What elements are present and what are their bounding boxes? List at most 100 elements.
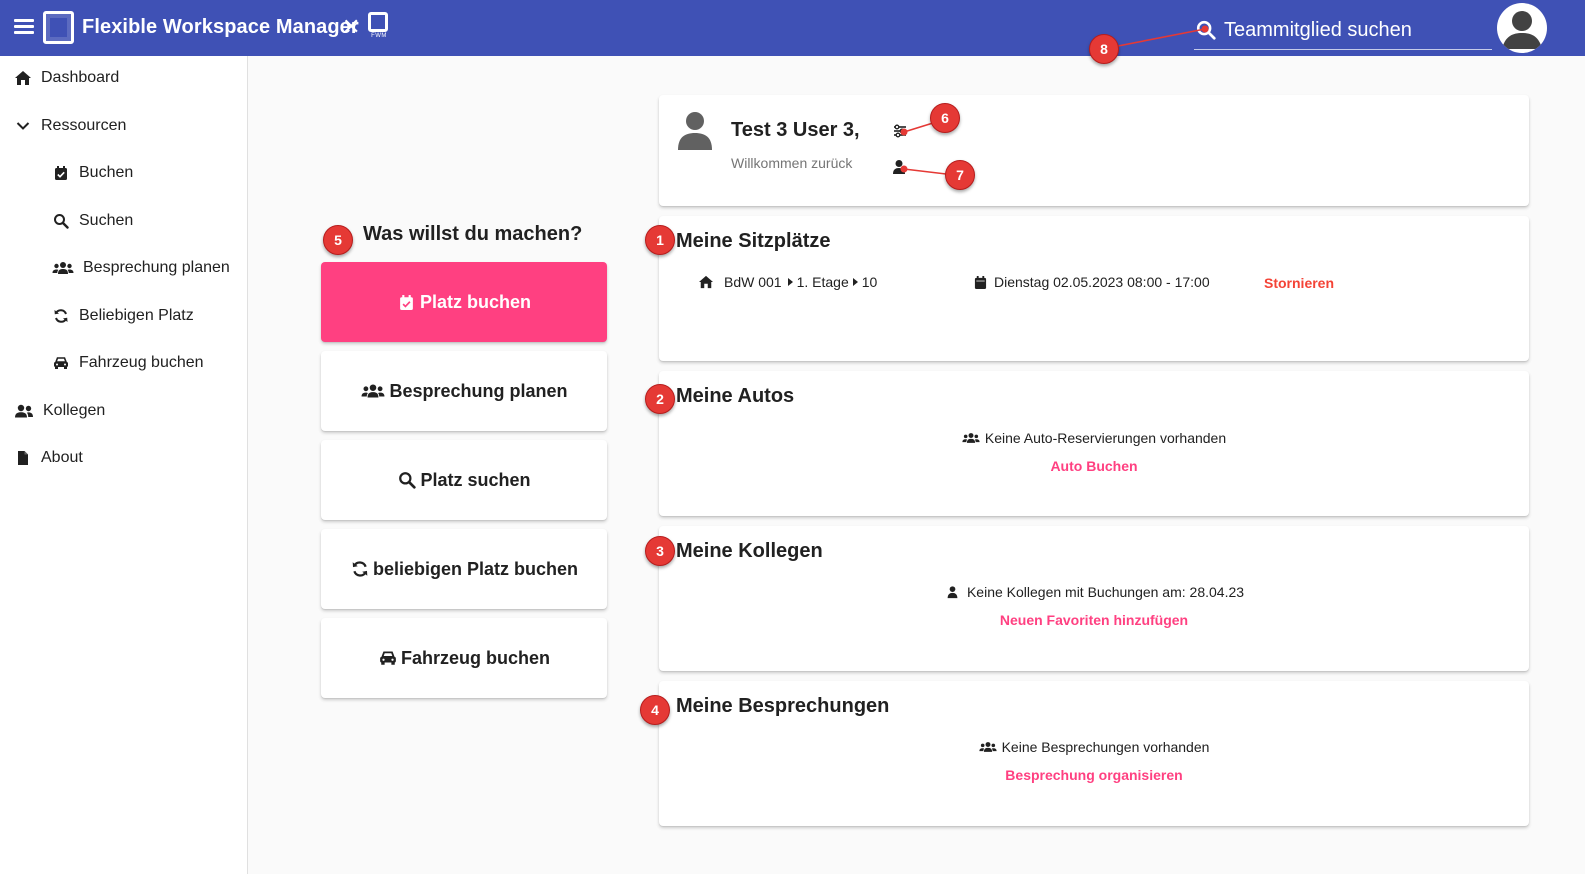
calendar-check-icon [397, 292, 417, 312]
annotation-marker: 7 [945, 160, 975, 190]
seat-building: BdW 001 [724, 274, 782, 290]
button-label: Platz buchen [419, 291, 531, 312]
user-name: Test 3 User 3, [731, 119, 860, 141]
app-title: Flexible Workspace Manager [82, 16, 359, 38]
car-icon [51, 353, 71, 373]
users-icon [360, 381, 386, 401]
annotation-marker: 4 [640, 695, 670, 725]
annotation-marker: 1 [645, 225, 675, 255]
sync-icon [51, 306, 71, 326]
caret-right-icon [852, 278, 858, 286]
button-label: Besprechung planen [389, 380, 568, 401]
file-icon [13, 448, 33, 468]
meetings-title: Meine Besprechungen [676, 695, 890, 717]
settings-sliders-icon[interactable] [892, 123, 908, 139]
seat-number: 10 [861, 274, 878, 290]
account-avatar[interactable] [1497, 3, 1547, 53]
sidebar-item-label: Dashboard [41, 69, 120, 86]
fwm-logo: FWM [368, 12, 390, 42]
calendar-icon [972, 274, 988, 290]
team-search-input[interactable] [1224, 16, 1486, 44]
calendar-check-icon [51, 163, 71, 183]
sidebar-item-besprechung-planen[interactable]: Besprechung planen [0, 246, 247, 290]
annotation-marker: 8 [1089, 34, 1119, 64]
annotation-marker: 5 [323, 225, 353, 255]
sidebar-item-about[interactable]: About [0, 436, 247, 480]
annotation-marker: 6 [930, 103, 960, 133]
home-icon [13, 68, 33, 88]
user-card: Test 3 User 3, Willkommen zurück [659, 95, 1529, 206]
caret-right-icon [787, 278, 793, 286]
chevron-down-icon [13, 116, 33, 136]
seat-floor: 1. Etage [796, 274, 849, 290]
sidebar-item-fahrzeug-buchen[interactable]: Fahrzeug buchen [0, 341, 247, 385]
home-icon [698, 274, 714, 290]
users-icon [962, 430, 980, 446]
sidebar: Dashboard Ressourcen Buchen Suchen Bespr… [0, 56, 248, 874]
cars-card: Meine Autos Keine Auto-Reservierungen vo… [659, 371, 1529, 516]
annotation-marker: 3 [645, 536, 675, 566]
search-icon [51, 211, 71, 231]
meetings-empty-row: Keine Besprechungen vorhanden [659, 739, 1529, 755]
seat-date: Dienstag 02.05.2023 08:00 - 17:00 [972, 274, 1210, 290]
sidebar-item-suchen[interactable]: Suchen [0, 199, 247, 243]
meetings-empty-text: Keine Besprechungen vorhanden [1001, 739, 1210, 755]
organize-meeting-link[interactable]: Besprechung organisieren [659, 767, 1529, 783]
welcome-text: Willkommen zurück [731, 155, 853, 171]
sidebar-item-dashboard[interactable]: Dashboard [0, 56, 247, 100]
actions-question: Was willst du machen? [363, 223, 583, 245]
sync-icon [350, 559, 370, 579]
platz-buchen-button[interactable]: Platz buchen [321, 262, 607, 342]
seats-card: Meine Sitzplätze BdW 001 1. Etage 10 Die… [659, 216, 1529, 361]
car-icon [378, 648, 398, 668]
user-icon [944, 584, 962, 600]
sidebar-item-kollegen[interactable]: Kollegen [0, 389, 247, 433]
colleagues-card: Meine Kollegen Keine Kollegen mit Buchun… [659, 526, 1529, 671]
fwm-logo-text: FWM [371, 33, 387, 39]
cancel-booking-link[interactable]: Stornieren [1264, 275, 1334, 291]
button-label: Platz suchen [420, 469, 531, 490]
besprechung-planen-button[interactable]: Besprechung planen [321, 351, 607, 431]
profile-icon[interactable] [892, 159, 908, 175]
platz-suchen-button[interactable]: Platz suchen [321, 440, 607, 520]
sidebar-item-label: Suchen [79, 212, 134, 229]
search-icon[interactable] [1195, 19, 1217, 41]
sidebar-item-label: Besprechung planen [83, 259, 230, 276]
beliebigen-platz-buchen-button[interactable]: beliebigen Platz buchen [321, 529, 607, 609]
colleagues-empty-row: Keine Kollegen mit Buchungen am: 28.04.2… [659, 584, 1529, 600]
sidebar-item-label: Beliebigen Platz [79, 307, 194, 324]
sidebar-item-beliebigen-platz[interactable]: Beliebigen Platz [0, 294, 247, 338]
seat-date-text: Dienstag 02.05.2023 08:00 - 17:00 [994, 274, 1210, 290]
seat-location: BdW 001 1. Etage 10 [698, 274, 877, 290]
close-icon[interactable]: ✕ [342, 14, 360, 40]
cars-title: Meine Autos [676, 385, 795, 407]
meetings-card: Meine Besprechungen Keine Besprechungen … [659, 681, 1529, 826]
team-search [1194, 12, 1492, 50]
button-label: beliebigen Platz buchen [372, 558, 579, 579]
seats-title: Meine Sitzplätze [676, 230, 831, 252]
sidebar-item-label: About [41, 449, 83, 466]
account-circle-icon [1502, 11, 1542, 49]
menu-icon[interactable] [12, 16, 36, 40]
users-icon [978, 739, 997, 755]
search-icon [397, 470, 417, 490]
top-app-bar: Flexible Workspace Manager ✕ FWM [0, 0, 1585, 56]
sidebar-item-label: Ressourcen [41, 117, 127, 134]
app-logo [43, 11, 74, 44]
users-icon [51, 258, 75, 278]
colleagues-title: Meine Kollegen [676, 540, 823, 562]
annotation-marker: 2 [645, 384, 675, 414]
user-friends-icon [13, 401, 35, 421]
sidebar-item-label: Buchen [79, 164, 134, 181]
sidebar-item-label: Kollegen [43, 402, 106, 419]
user-avatar-icon [678, 112, 712, 150]
button-label: Fahrzeug buchen [400, 647, 550, 668]
sidebar-item-ressourcen[interactable]: Ressourcen [0, 104, 247, 148]
sidebar-item-label: Fahrzeug buchen [79, 354, 204, 371]
sidebar-item-buchen[interactable]: Buchen [0, 151, 247, 195]
colleagues-empty-text: Keine Kollegen mit Buchungen am: 28.04.2… [966, 584, 1245, 600]
add-favorite-link[interactable]: Neuen Favoriten hinzufügen [659, 612, 1529, 628]
cars-empty-text: Keine Auto-Reservierungen vorhanden [984, 430, 1227, 446]
book-car-link[interactable]: Auto Buchen [659, 458, 1529, 474]
fahrzeug-buchen-button[interactable]: Fahrzeug buchen [321, 618, 607, 698]
